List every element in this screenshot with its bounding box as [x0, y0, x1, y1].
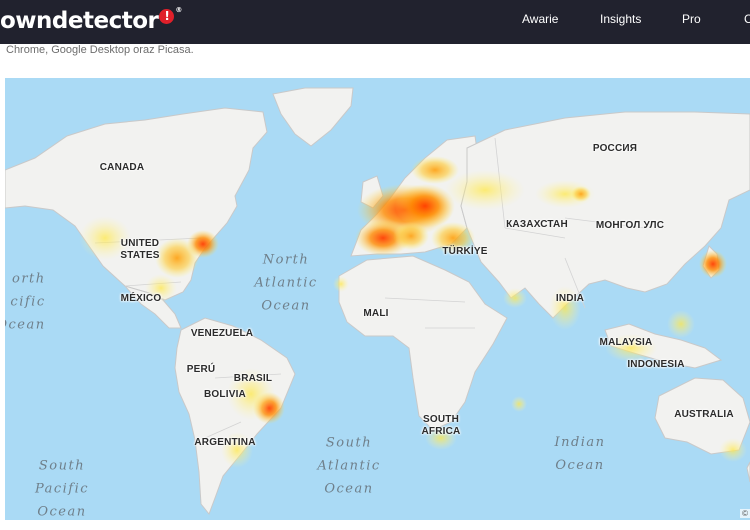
label-north-atlantic-ocean: North Atlantic Ocean	[254, 252, 318, 314]
label-mongolia: МОНГОЛ УЛС	[595, 220, 665, 231]
label-australia: AUSTRALIA	[674, 409, 734, 420]
downdetector-logo[interactable]: owndetector! ®	[0, 6, 182, 36]
logo-registered-mark: ®	[175, 6, 182, 14]
label-canada: CANADA	[99, 162, 145, 173]
label-russia: РОССИЯ	[592, 143, 638, 154]
outage-heat-map[interactable]: CANADA UNITED STATES MÉXICO VENEZUELA PE…	[5, 78, 750, 520]
label-peru: PERÚ	[186, 364, 216, 375]
nav-insights[interactable]: Insights	[600, 12, 641, 26]
label-kazakhstan: КАЗАХСТАН	[506, 219, 568, 230]
label-united-states: UNITED STATES	[120, 238, 160, 261]
logo-text: owndetector	[0, 8, 159, 34]
label-argentina: ARGENTINA	[194, 437, 256, 448]
label-bolivia: BOLIVIA	[204, 389, 246, 400]
label-indian-ocean: Indian Ocean	[554, 435, 606, 473]
label-brasil: BRASIL	[233, 373, 273, 384]
label-india: INDIA	[555, 293, 585, 304]
label-south-atlantic-ocean: South Atlantic Ocean	[317, 435, 381, 497]
label-south-pacific-ocean: South Pacific Ocean	[34, 458, 90, 520]
label-south-africa: SOUTH AFRICA	[421, 414, 461, 437]
nav-item-cut[interactable]: C	[744, 12, 750, 26]
map-attribution[interactable]: ©	[740, 509, 750, 518]
label-turkiye: TÜRKİYE	[442, 246, 488, 257]
label-mali: MALI	[363, 308, 389, 319]
label-malaysia: MALAYSIA	[599, 337, 653, 348]
top-navigation-bar: owndetector! ® Awarie Insights Pro C	[0, 0, 750, 44]
nav-awarie[interactable]: Awarie	[522, 12, 558, 26]
label-indonesia: INDONESIA	[627, 359, 685, 370]
description-text: Chrome, Google Desktop oraz Picasa.	[6, 44, 194, 56]
logo-alert-icon: !	[159, 9, 175, 24]
label-north-pacific-ocean: orth cific Ocean	[5, 271, 46, 333]
label-mexico: MÉXICO	[120, 293, 162, 304]
label-venezuela: VENEZUELA	[190, 328, 254, 339]
nav-pro[interactable]: Pro	[682, 12, 701, 26]
